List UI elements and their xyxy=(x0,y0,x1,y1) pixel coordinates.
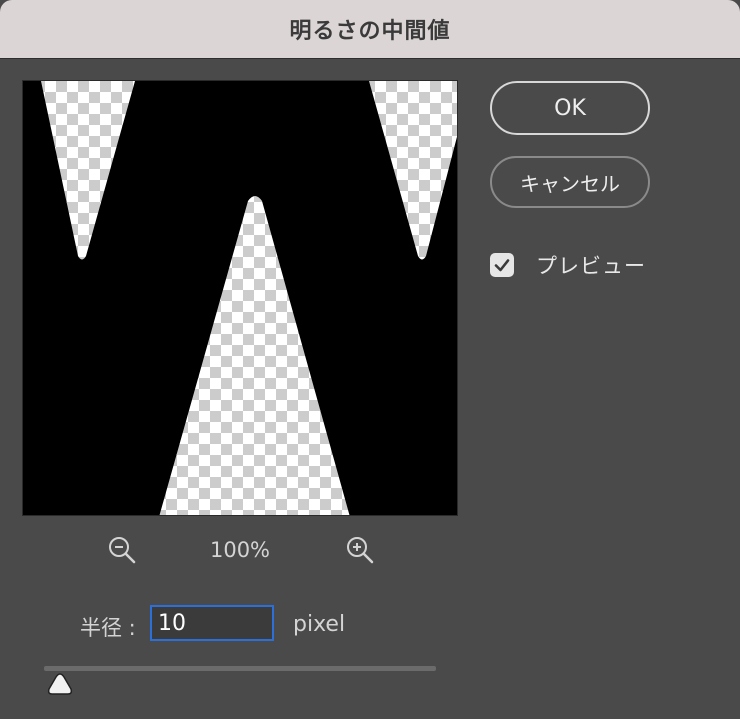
preview-label: プレビュー xyxy=(536,254,646,278)
zoom-in-icon[interactable] xyxy=(344,534,376,566)
cancel-button[interactable]: キャンセル xyxy=(490,156,650,208)
radius-input[interactable] xyxy=(150,605,274,641)
dialog-title: 明るさの中間値 xyxy=(289,19,451,44)
zoom-level: 100% xyxy=(209,538,271,562)
zoom-bar: 100% xyxy=(22,530,458,570)
radius-slider-thumb[interactable] xyxy=(47,672,73,696)
preview-checkbox-row[interactable]: プレビュー xyxy=(490,250,646,280)
radius-unit-label: pixel xyxy=(293,612,346,637)
preview-black-shape xyxy=(23,81,457,515)
preview-image xyxy=(23,81,457,515)
preview-checkbox[interactable] xyxy=(490,253,514,277)
checkmark-icon xyxy=(494,259,510,272)
radius-label: 半径 : xyxy=(80,616,136,640)
radius-slider-track[interactable] xyxy=(44,666,436,671)
median-dialog: 明るさの中間値 100% OK キャンセル プレビュー 半径: 10 pixe… xyxy=(0,0,740,719)
ok-button[interactable]: OK xyxy=(490,81,650,135)
zoom-out-icon[interactable] xyxy=(106,534,138,566)
preview-canvas[interactable] xyxy=(22,80,458,516)
title-bar[interactable]: 明るさの中間値 xyxy=(0,0,740,59)
